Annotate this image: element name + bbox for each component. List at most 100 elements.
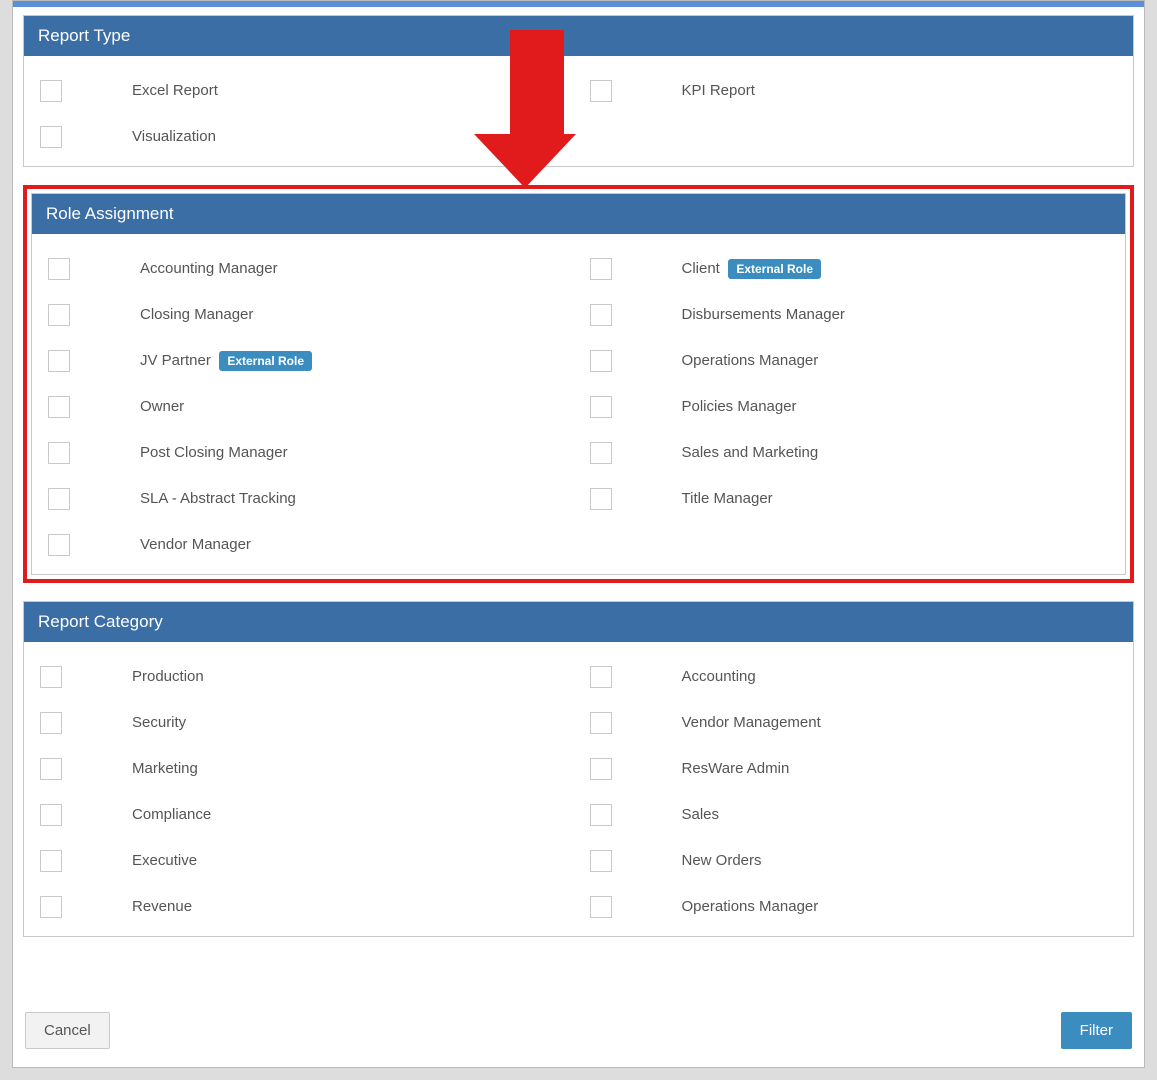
option-row-post-closing-manager: Post Closing Manager — [42, 430, 574, 476]
option-row-owner: Owner — [42, 384, 574, 430]
option-label-wrap: Vendor Management — [682, 714, 821, 732]
checkbox-executive[interactable] — [40, 850, 62, 872]
option-label: Disbursements Manager — [682, 306, 845, 323]
panel-header-report-type: Report Type — [24, 16, 1133, 56]
checkbox-closing-manager[interactable] — [48, 304, 70, 326]
checkbox-sales-and-marketing[interactable] — [590, 442, 612, 464]
option-label: Operations Manager — [682, 352, 819, 369]
option-row-visualization: Visualization — [34, 114, 574, 160]
checkbox-sales[interactable] — [590, 804, 612, 826]
panel-role-assignment: Role Assignment Accounting ManagerClient… — [31, 193, 1126, 575]
checkbox-security[interactable] — [40, 712, 62, 734]
panel-report-type: Report Type Excel Report KPI Report Visual… — [23, 15, 1134, 167]
option-label-wrap: Visualization — [132, 128, 216, 146]
checkbox-visualization[interactable] — [40, 126, 62, 148]
checkbox-resware-admin[interactable] — [590, 758, 612, 780]
checkbox-operations-manager[interactable] — [590, 350, 612, 372]
checkbox-owner[interactable] — [48, 396, 70, 418]
option-row-production: Production — [34, 654, 574, 700]
option-label-wrap: Closing Manager — [140, 306, 253, 324]
option-label-wrap: Title Manager — [682, 490, 773, 508]
modal-body: Report Type Excel Report KPI Report Visual… — [13, 7, 1144, 998]
checkbox-vendor-management[interactable] — [590, 712, 612, 734]
checkbox-compliance[interactable] — [40, 804, 62, 826]
modal-footer: Cancel Filter — [13, 998, 1144, 1067]
option-label-wrap: Disbursements Manager — [682, 306, 845, 324]
checkbox-disbursements-manager[interactable] — [590, 304, 612, 326]
option-row-operations-manager: Operations Manager — [584, 884, 1124, 930]
option-label: Vendor Management — [682, 714, 821, 731]
option-label-wrap: KPI Report — [682, 82, 755, 100]
option-label-wrap: Revenue — [132, 898, 192, 916]
option-row-resware-admin: ResWare Admin — [584, 746, 1124, 792]
panel-report-category: Report Category ProductionAccountingSecu… — [23, 601, 1134, 937]
option-label: Policies Manager — [682, 398, 797, 415]
option-label: Revenue — [132, 898, 192, 915]
option-label: Sales and Marketing — [682, 444, 819, 461]
checkbox-new-orders[interactable] — [590, 850, 612, 872]
checkbox-accounting[interactable] — [590, 666, 612, 688]
annotation-highlight-box: Role Assignment Accounting ManagerClient… — [23, 185, 1134, 583]
option-label-wrap: Client External Role — [682, 259, 822, 279]
checkbox-excel-report[interactable] — [40, 80, 62, 102]
option-label: Marketing — [132, 760, 198, 777]
option-label-wrap: Sales and Marketing — [682, 444, 819, 462]
option-label-wrap: Accounting — [682, 668, 756, 686]
filter-modal: Report Type Excel Report KPI Report Visual… — [12, 0, 1145, 1068]
option-label-wrap: Owner — [140, 398, 184, 416]
option-row-closing-manager: Closing Manager — [42, 292, 574, 338]
option-label-wrap: Operations Manager — [682, 352, 819, 370]
option-label-wrap: Operations Manager — [682, 898, 819, 916]
option-label: Title Manager — [682, 490, 773, 507]
option-row-disbursements-manager: Disbursements Manager — [584, 292, 1116, 338]
option-row-vendor-management: Vendor Management — [584, 700, 1124, 746]
option-row-sla-abstract-tracking: SLA - Abstract Tracking — [42, 476, 574, 522]
filter-button[interactable]: Filter — [1061, 1012, 1132, 1049]
checkbox-sla-abstract-tracking[interactable] — [48, 488, 70, 510]
checkbox-production[interactable] — [40, 666, 62, 688]
checkbox-post-closing-manager[interactable] — [48, 442, 70, 464]
option-row-accounting-manager: Accounting Manager — [42, 246, 574, 292]
cancel-button[interactable]: Cancel — [25, 1012, 110, 1049]
checkbox-policies-manager[interactable] — [590, 396, 612, 418]
option-row-executive: Executive — [34, 838, 574, 884]
option-row-sales: Sales — [584, 792, 1124, 838]
checkbox-jv-partner[interactable] — [48, 350, 70, 372]
option-label: Post Closing Manager — [140, 444, 288, 461]
option-label: Accounting Manager — [140, 260, 278, 277]
option-label: New Orders — [682, 852, 762, 869]
option-label: Production — [132, 668, 204, 685]
option-row-compliance: Compliance — [34, 792, 574, 838]
option-row-jv-partner: JV Partner External Role — [42, 338, 574, 384]
checkbox-accounting-manager[interactable] — [48, 258, 70, 280]
option-label-wrap: Security — [132, 714, 186, 732]
option-label-wrap: Executive — [132, 852, 197, 870]
option-label-wrap: Marketing — [132, 760, 198, 778]
option-row-client: Client External Role — [584, 246, 1116, 292]
checkbox-client[interactable] — [590, 258, 612, 280]
badge-external-role: External Role — [219, 351, 312, 371]
option-label-wrap: Policies Manager — [682, 398, 797, 416]
option-label-wrap: Accounting Manager — [140, 260, 278, 278]
checkbox-title-manager[interactable] — [590, 488, 612, 510]
option-label: Accounting — [682, 668, 756, 685]
option-row-security: Security — [34, 700, 574, 746]
option-row-operations-manager: Operations Manager — [584, 338, 1116, 384]
option-row-sales-and-marketing: Sales and Marketing — [584, 430, 1116, 476]
checkbox-operations-manager[interactable] — [590, 896, 612, 918]
checkbox-marketing[interactable] — [40, 758, 62, 780]
badge-external-role: External Role — [728, 259, 821, 279]
checkbox-kpi-report[interactable] — [590, 80, 612, 102]
option-label-wrap: JV Partner External Role — [140, 351, 312, 371]
option-row-marketing: Marketing — [34, 746, 574, 792]
option-label-wrap: Sales — [682, 806, 720, 824]
option-label-wrap: New Orders — [682, 852, 762, 870]
option-label: Client — [682, 260, 720, 277]
option-label: SLA - Abstract Tracking — [140, 490, 296, 507]
checkbox-revenue[interactable] — [40, 896, 62, 918]
option-row-excel-report: Excel Report — [34, 68, 574, 114]
option-row-revenue: Revenue — [34, 884, 574, 930]
checkbox-vendor-manager[interactable] — [48, 534, 70, 556]
option-label-wrap: Production — [132, 668, 204, 686]
option-row-accounting: Accounting — [584, 654, 1124, 700]
